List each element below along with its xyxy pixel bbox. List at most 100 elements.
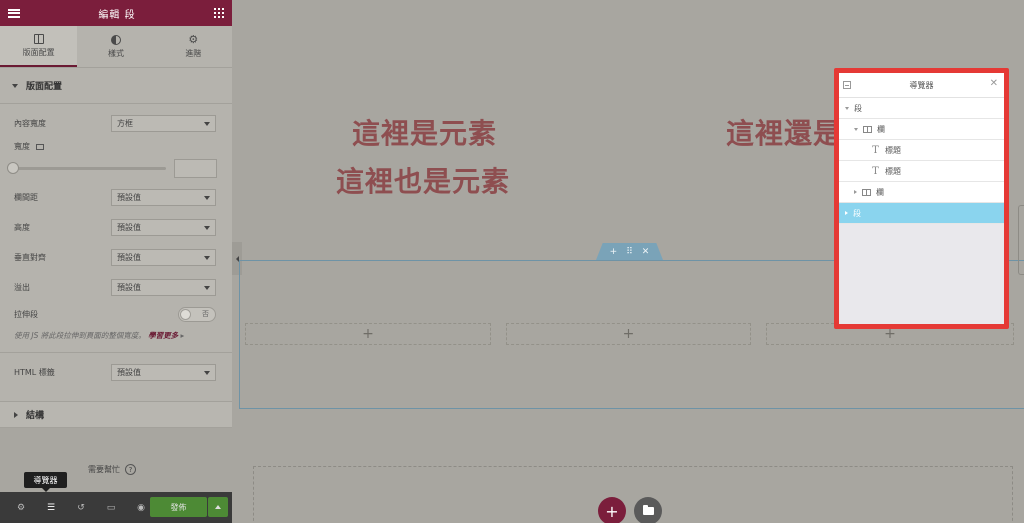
html-tag-label: HTML 標籤 — [14, 368, 55, 377]
chevron-down-icon — [204, 285, 210, 290]
navigator-row-section[interactable]: 段 — [839, 98, 1004, 119]
heading-element-1[interactable]: 這裡是元素 — [352, 112, 497, 152]
section-handle[interactable]: + ⠿ ✕ — [596, 243, 663, 260]
caret-down-icon — [12, 83, 18, 88]
vertical-align-select[interactable]: 預設值 — [111, 249, 216, 266]
stretch-label: 拉伸段 — [14, 310, 38, 319]
height-value: 預設值 — [117, 223, 141, 232]
column-gap-control: 欄間距 預設值 — [14, 189, 216, 206]
caret-down-icon[interactable] — [845, 106, 849, 110]
publish-options-button[interactable] — [208, 497, 228, 517]
navigator-row-column[interactable]: 欄 — [839, 119, 1004, 140]
add-section-button[interactable]: + — [598, 497, 626, 523]
navigator-row-heading[interactable]: T 標題 — [839, 140, 1004, 161]
navigator-row-label: 標題 — [885, 145, 901, 155]
vertical-align-value: 預設值 — [117, 253, 141, 262]
overflow-value: 預設值 — [117, 283, 141, 292]
drag-handle-icon[interactable]: ⠿ — [626, 247, 633, 257]
width-label: 寬度 — [14, 142, 30, 151]
chevron-down-icon — [204, 225, 210, 230]
gear-icon: ⚙ — [188, 32, 199, 46]
chevron-down-icon — [204, 370, 210, 375]
settings-icon[interactable]: ⚙ — [6, 492, 36, 523]
width-slider-track[interactable] — [16, 167, 166, 170]
history-icon[interactable]: ↺ — [66, 492, 96, 523]
height-select[interactable]: 預設值 — [111, 219, 216, 236]
close-icon[interactable]: ✕ — [642, 247, 650, 257]
tab-advanced-label: 進階 — [185, 48, 202, 58]
desktop-icon[interactable] — [36, 143, 44, 150]
tab-style[interactable]: 樣式 — [77, 26, 154, 67]
heading-element-2[interactable]: 這裡也是元素 — [336, 160, 510, 200]
chevron-down-icon — [204, 255, 210, 260]
navigator-row-column[interactable]: 欄 — [839, 182, 1004, 203]
collapse-all-icon[interactable] — [843, 81, 851, 89]
column-add-slot[interactable]: + — [506, 323, 751, 345]
column-add-slot[interactable]: + — [245, 323, 491, 345]
navigator-row-label: 欄 — [876, 187, 884, 197]
caret-down-icon[interactable] — [854, 127, 858, 131]
question-icon: ? — [125, 464, 136, 475]
navigator-panel: 導覽器 ✕ 段 欄 T 標題 T 標題 欄 段 — [834, 68, 1009, 329]
help-text: 需要幫忙 — [88, 465, 120, 474]
responsive-icon[interactable]: ▭ — [96, 492, 126, 523]
tab-layout[interactable]: 版面配置 — [0, 26, 78, 67]
layout-section-toggle[interactable]: 版面配置 — [0, 68, 232, 104]
navigator-tooltip: 導覽器 — [24, 472, 67, 492]
menu-icon[interactable] — [8, 8, 20, 18]
overflow-select[interactable]: 預設值 — [111, 279, 216, 296]
add-template-button[interactable] — [634, 497, 662, 523]
heading-icon: T — [872, 144, 879, 156]
widgets-grid-icon[interactable] — [214, 8, 224, 18]
column-icon — [863, 125, 872, 133]
width-control: 寬度 — [14, 141, 216, 152]
navigator-header[interactable]: 導覽器 ✕ — [839, 73, 1004, 98]
navigator-row-label: 段 — [853, 208, 861, 218]
layout-icon — [33, 33, 44, 44]
publish-button[interactable]: 發佈 — [150, 497, 207, 517]
navigator-row-section-selected[interactable]: 段 — [839, 203, 1004, 224]
divider — [0, 352, 232, 353]
add-icon[interactable]: + — [610, 247, 618, 257]
close-icon[interactable]: ✕ — [990, 78, 998, 89]
caret-right-icon[interactable] — [845, 211, 848, 215]
structure-section-title: 結構 — [26, 411, 45, 421]
width-slider-handle[interactable] — [7, 162, 19, 174]
column-icon — [862, 188, 871, 196]
width-label-wrap: 寬度 — [14, 141, 44, 152]
heading-element-3[interactable]: 這裡還是 — [726, 112, 842, 152]
right-edge-handle[interactable] — [1018, 205, 1024, 275]
column-gap-select[interactable]: 預設值 — [111, 189, 216, 206]
toggle-knob — [180, 309, 191, 320]
chevron-up-icon — [215, 505, 221, 509]
folder-icon — [642, 505, 654, 515]
panel-tabs: 版面配置 樣式 ⚙ 進階 — [0, 26, 232, 68]
stretch-toggle[interactable]: 否 — [178, 307, 216, 322]
content-width-value: 方框 — [117, 119, 133, 128]
tab-advanced[interactable]: ⚙ 進階 — [155, 26, 232, 67]
heading-icon: T — [872, 165, 879, 177]
structure-section-toggle[interactable]: 結構 — [0, 401, 232, 428]
help-link[interactable]: 需要幫忙 ? — [88, 464, 136, 475]
layers-icon[interactable]: ☰ — [36, 492, 66, 523]
html-tag-select[interactable]: 預設值 — [111, 364, 216, 381]
chevron-down-icon — [204, 195, 210, 200]
add-new-section-area — [253, 466, 1013, 523]
navigator-row-label: 段 — [854, 103, 862, 113]
content-width-select[interactable]: 方框 — [111, 115, 216, 132]
content-width-label: 內容寬度 — [14, 119, 46, 128]
panel-title: 編輯 段 — [98, 9, 136, 21]
panel-header: 編輯 段 — [0, 0, 232, 26]
height-label: 高度 — [14, 223, 30, 232]
contrast-icon — [110, 34, 121, 45]
stretch-hint: 使用 JS 將此段拉伸到頁面的整個寬度。 學習更多 ▸ — [14, 331, 185, 340]
navigator-row-label: 欄 — [877, 124, 885, 134]
width-number-input[interactable] — [174, 159, 217, 178]
chevron-down-icon — [204, 121, 210, 126]
learn-more-link[interactable]: 學習更多 — [148, 331, 178, 340]
editor-panel: 編輯 段 版面配置 樣式 ⚙ 進階 版面配置 內容寬度 方框 寬度 欄間距 預設… — [0, 0, 232, 523]
plus-icon: + — [605, 501, 619, 521]
html-tag-control: HTML 標籤 預設值 — [14, 364, 216, 381]
caret-right-icon[interactable] — [854, 190, 857, 194]
navigator-row-heading[interactable]: T 標題 — [839, 161, 1004, 182]
